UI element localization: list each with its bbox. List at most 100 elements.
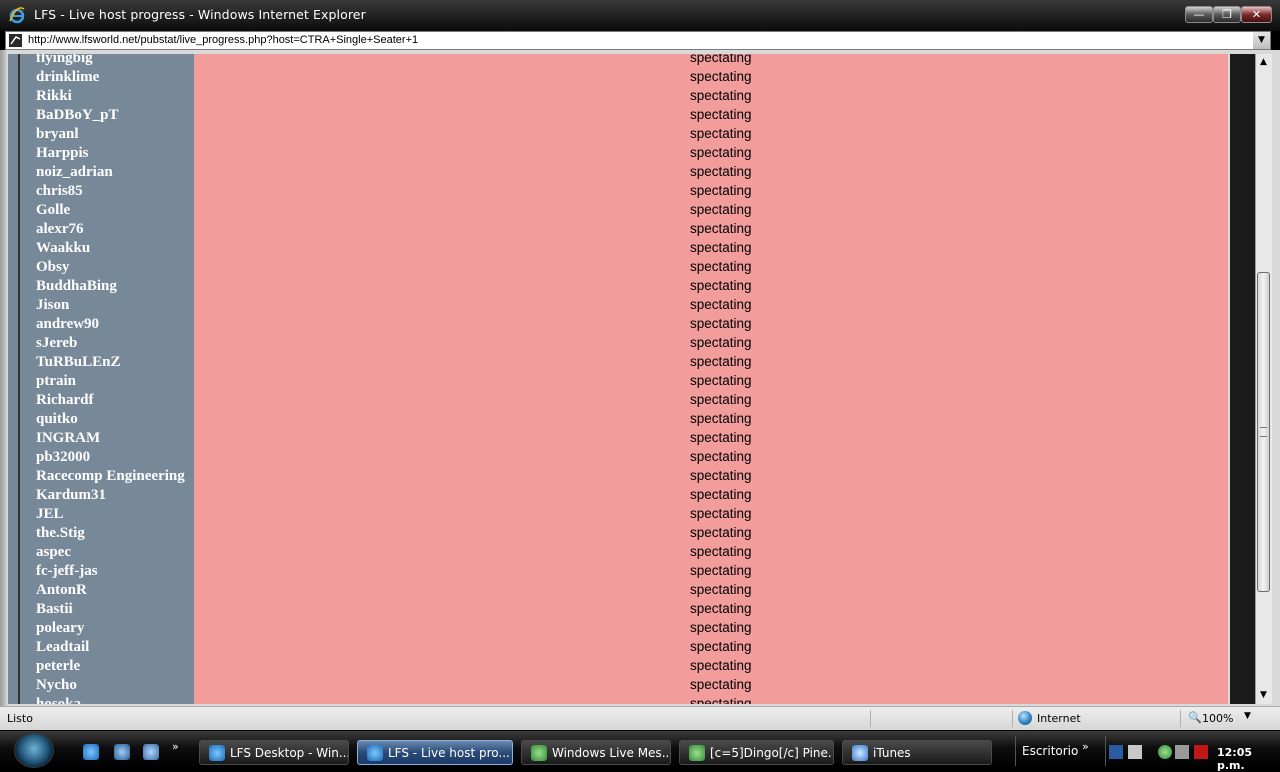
player-row: JEL spectating	[8, 506, 1228, 527]
player-name: bryanl	[36, 126, 79, 142]
messenger-icon	[689, 745, 705, 761]
player-status: spectating	[690, 297, 752, 312]
player-name: quitko	[36, 411, 78, 427]
close-button[interactable]: ✕	[1241, 6, 1272, 23]
ie-quicklaunch-icon[interactable]	[143, 744, 159, 760]
player-row: noiz_adrian spectating	[8, 164, 1228, 185]
task-conversation[interactable]: [c=5]Dingo[/c] Pine...	[679, 740, 834, 765]
address-dropdown-icon[interactable]: ▼	[1253, 32, 1270, 49]
player-status: spectating	[690, 259, 752, 274]
zoom-level[interactable]: 100%	[1202, 712, 1233, 725]
player-status: spectating	[690, 696, 752, 704]
antivirus-icon[interactable]	[1194, 745, 1208, 759]
player-name: Richardf	[36, 392, 94, 408]
player-status: spectating	[690, 449, 752, 464]
task-lfs-live[interactable]: LFS - Live host pro...	[357, 740, 513, 765]
messenger-icon	[531, 745, 547, 761]
player-name: chris85	[36, 183, 83, 199]
player-name: the.Stig	[36, 525, 85, 541]
player-row: Nycho spectating	[8, 677, 1228, 698]
player-row: the.Stig spectating	[8, 525, 1228, 546]
player-name: flyingbig	[36, 54, 93, 66]
player-status: spectating	[690, 221, 752, 236]
player-name: Jison	[36, 297, 70, 313]
player-name: drinklime	[36, 69, 100, 85]
player-name: Nycho	[36, 677, 77, 693]
player-row: sJereb spectating	[8, 335, 1228, 356]
player-row: Richardf spectating	[8, 392, 1228, 413]
player-status: spectating	[690, 639, 752, 654]
player-status: spectating	[690, 145, 752, 160]
itunes-icon	[852, 745, 868, 761]
scroll-thumb[interactable]	[1257, 272, 1270, 592]
player-status: spectating	[690, 240, 752, 255]
player-row: INGRAM spectating	[8, 430, 1228, 451]
address-bar[interactable]: http://www.lfsworld.net/pubstat/live_pro…	[5, 31, 1271, 50]
desktop-toolbar-label[interactable]: Escritorio	[1022, 744, 1078, 758]
player-row: flyingbig spectating	[8, 54, 1228, 71]
player-row: Rikki spectating	[8, 88, 1228, 109]
thumb-grip	[1260, 427, 1267, 437]
security-zone[interactable]: Internet	[1037, 712, 1081, 725]
start-button[interactable]	[14, 733, 54, 768]
media-quicklaunch-icon[interactable]	[114, 744, 130, 760]
task-label: LFS Desktop - Win...	[230, 746, 349, 760]
task-lfs-desktop[interactable]: LFS Desktop - Win...	[199, 740, 349, 765]
messenger-tray-icon[interactable]	[1158, 745, 1172, 759]
toolbar-overflow-icon[interactable]: »	[1082, 740, 1089, 753]
player-name: TuRBuLEnZ	[36, 354, 121, 370]
player-name: Waakku	[36, 240, 91, 256]
player-status: spectating	[690, 107, 752, 122]
status-divider	[1012, 710, 1013, 727]
player-name: fc-jeff-jas	[36, 563, 98, 579]
window-title-bar[interactable]: LFS - Live host progress - Windows Inter…	[0, 0, 1280, 31]
player-status: spectating	[690, 620, 752, 635]
task-itunes[interactable]: iTunes	[842, 740, 992, 765]
player-status: spectating	[690, 373, 752, 388]
player-row: Jison spectating	[8, 297, 1228, 318]
task-windows-live-messenger[interactable]: Windows Live Mes...	[521, 740, 671, 765]
desktop-switch-icon[interactable]	[1109, 745, 1123, 759]
player-name: noiz_adrian	[36, 164, 113, 180]
player-status: spectating	[690, 202, 752, 217]
player-name: Obsy	[36, 259, 70, 275]
url-text[interactable]: http://www.lfsworld.net/pubstat/live_pro…	[28, 34, 418, 46]
player-name: Racecomp Engineering	[36, 468, 185, 484]
status-bar: Listo Internet 🔍 100% ▼	[0, 706, 1280, 730]
player-name: INGRAM	[36, 430, 101, 446]
player-row: Waakku spectating	[8, 240, 1228, 261]
maximize-button[interactable]: ❐	[1213, 6, 1241, 23]
player-name: poleary	[36, 620, 85, 636]
taskbar-divider	[1105, 736, 1106, 766]
task-label: [c=5]Dingo[/c] Pine...	[710, 746, 834, 760]
volume-icon[interactable]	[1175, 745, 1189, 759]
player-status: spectating	[690, 487, 752, 502]
player-name: Bastii	[36, 601, 73, 617]
scroll-up-icon[interactable]: ▲	[1255, 54, 1272, 71]
task-label: iTunes	[873, 746, 911, 760]
scroll-back-icon[interactable]	[1128, 745, 1142, 759]
clock[interactable]: 12:05 p.m.	[1217, 746, 1280, 772]
player-row: quitko spectating	[8, 411, 1228, 432]
status-divider	[1180, 710, 1181, 727]
player-name: BuddhaBing	[36, 278, 117, 294]
player-name: sJereb	[36, 335, 78, 351]
globe-icon	[1018, 711, 1032, 725]
player-row: fc-jeff-jas spectating	[8, 563, 1228, 584]
magnifier-icon[interactable]: 🔍	[1188, 711, 1202, 724]
ie-quicklaunch-icon[interactable]	[83, 744, 99, 760]
quicklaunch-overflow-icon[interactable]: »	[172, 740, 179, 753]
vertical-scrollbar[interactable]: ▲ ▼	[1230, 54, 1272, 704]
player-name: aspec	[36, 544, 71, 560]
scroll-down-icon[interactable]: ▼	[1255, 687, 1272, 704]
player-status: spectating	[690, 354, 752, 369]
player-status: spectating	[690, 544, 752, 559]
player-status: spectating	[690, 411, 752, 426]
player-row: BuddhaBing spectating	[8, 278, 1228, 299]
minimize-button[interactable]: —	[1185, 6, 1213, 23]
zoom-dropdown-icon[interactable]: ▼	[1244, 711, 1251, 721]
player-status: spectating	[690, 54, 752, 65]
player-row: Obsy spectating	[8, 259, 1228, 280]
ie-icon	[209, 745, 225, 761]
player-row: Racecomp Engineering spectating	[8, 468, 1228, 489]
